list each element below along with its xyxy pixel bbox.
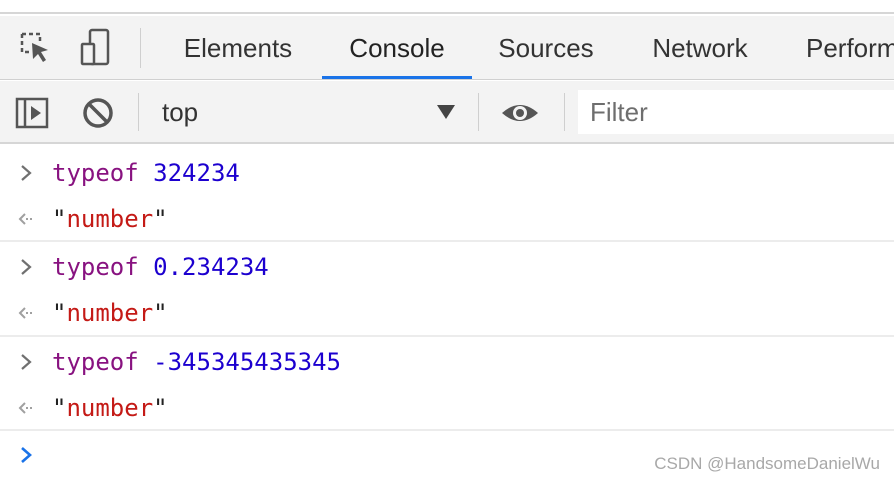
- filter-input[interactable]: [578, 90, 894, 134]
- toolbar-divider: [564, 93, 565, 131]
- live-expression-eye-icon[interactable]: [498, 91, 542, 135]
- number-token: 345345435345: [167, 348, 341, 376]
- tab-sources[interactable]: Sources: [486, 16, 606, 80]
- console-output-row: "number": [0, 290, 894, 336]
- console-toolbar: top: [0, 81, 894, 144]
- watermark: CSDN @HandsomeDanielWu: [654, 454, 880, 473]
- output-arrow-icon: [0, 290, 52, 336]
- console-result-value[interactable]: "number": [52, 394, 168, 422]
- window-top-strip: [0, 0, 894, 14]
- tab-network[interactable]: Network: [636, 16, 764, 80]
- number-token: -: [153, 348, 168, 376]
- input-chevron-icon: [0, 150, 52, 196]
- dropdown-arrow-icon[interactable]: [437, 105, 455, 119]
- context-selector-value: top: [162, 97, 199, 127]
- keyword-token: typeof: [52, 159, 139, 187]
- devtools-tab-bar: Elements Console Sources Network Perform: [0, 16, 894, 80]
- keyword-token: typeof: [52, 348, 139, 376]
- inspect-element-icon[interactable]: [14, 26, 58, 70]
- console-input-code[interactable]: typeof -345345435345: [52, 348, 341, 376]
- input-chevron-icon: [0, 339, 52, 385]
- string-token: number: [66, 205, 154, 233]
- entry-divider: [0, 429, 894, 431]
- output-arrow-icon: [0, 385, 52, 431]
- device-toolbar-icon[interactable]: [74, 26, 118, 70]
- number-token: 324234: [153, 159, 240, 187]
- number-token: 0.234234: [153, 253, 269, 281]
- console-input-code[interactable]: typeof 324234: [52, 159, 240, 187]
- input-chevron-icon: [0, 244, 52, 290]
- tab-console[interactable]: Console: [322, 16, 472, 80]
- keyword-token: typeof: [52, 253, 139, 281]
- console-result-value[interactable]: "number": [52, 299, 168, 327]
- toggle-sidebar-icon[interactable]: [10, 91, 54, 135]
- toolbar-divider: [478, 93, 479, 131]
- console-output-row: "number": [0, 385, 894, 431]
- console-input-code[interactable]: typeof 0.234234: [52, 253, 269, 281]
- console-input-row: typeof 0.234234: [0, 244, 894, 290]
- context-selector[interactable]: top: [144, 81, 464, 144]
- console-result-value[interactable]: "number": [52, 205, 168, 233]
- tab-performance[interactable]: Perform: [790, 16, 894, 80]
- console-input-row: typeof -345345435345: [0, 339, 894, 385]
- console-output-row: "number": [0, 196, 894, 242]
- tab-bar-divider: [140, 28, 141, 68]
- string-token: number: [66, 299, 154, 327]
- console-input-row: typeof 324234: [0, 150, 894, 196]
- toolbar-divider: [138, 93, 139, 131]
- active-tab-indicator: [322, 76, 472, 79]
- output-arrow-icon: [0, 196, 52, 242]
- entry-divider: [0, 240, 894, 242]
- entry-divider: [0, 335, 894, 337]
- tab-elements[interactable]: Elements: [170, 16, 306, 80]
- string-token: number: [66, 394, 154, 422]
- prompt-chevron-icon: [0, 432, 52, 478]
- clear-console-icon[interactable]: [76, 91, 120, 135]
- console-output: typeof 324234 "number" typeof 0.234234 "…: [0, 145, 894, 482]
